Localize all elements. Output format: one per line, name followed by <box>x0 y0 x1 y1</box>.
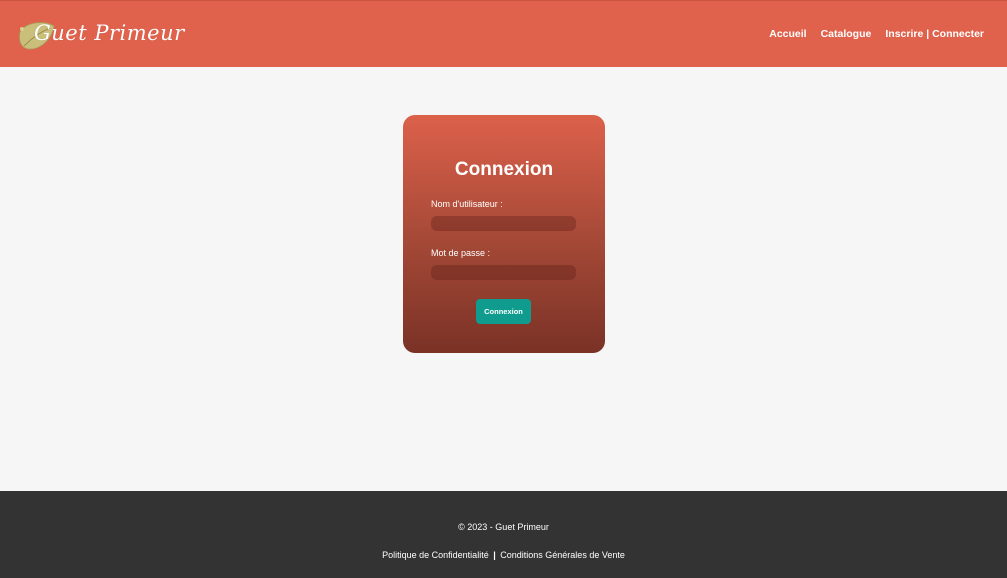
footer-links: Politique de Confidentialité | Condition… <box>0 550 1007 560</box>
login-title: Connexion <box>454 159 554 180</box>
login-card: Connexion Nom d'utilisateur : Mot de pas… <box>403 115 605 353</box>
username-input[interactable] <box>431 216 576 231</box>
privacy-policy-link[interactable]: Politique de Confidentialité <box>382 550 489 560</box>
copyright-text: © 2023 - Guet Primeur <box>458 522 549 532</box>
terms-of-sale-link[interactable]: Conditions Générales de Vente <box>500 550 625 560</box>
footer-separator: | <box>493 550 496 560</box>
nav-link-accueil[interactable]: Accueil <box>769 28 806 40</box>
username-label: Nom d'utilisateur : <box>431 199 503 209</box>
logo-text: Guet Primeur <box>34 21 185 45</box>
nav-link-inscrire-connecter[interactable]: Inscrire | Connecter <box>885 28 984 40</box>
main-nav: Accueil Catalogue Inscrire | Connecter <box>769 28 984 40</box>
nav-link-catalogue[interactable]: Catalogue <box>821 28 872 40</box>
site-header: Guet Primeur Accueil Catalogue Inscrire … <box>0 0 1007 67</box>
password-input[interactable] <box>431 265 576 280</box>
site-footer: © 2023 - Guet Primeur Politique de Confi… <box>0 491 1007 578</box>
login-submit-button[interactable]: Connexion <box>476 299 531 324</box>
password-label: Mot de passe : <box>431 248 491 258</box>
site-logo[interactable]: Guet Primeur <box>16 19 184 53</box>
